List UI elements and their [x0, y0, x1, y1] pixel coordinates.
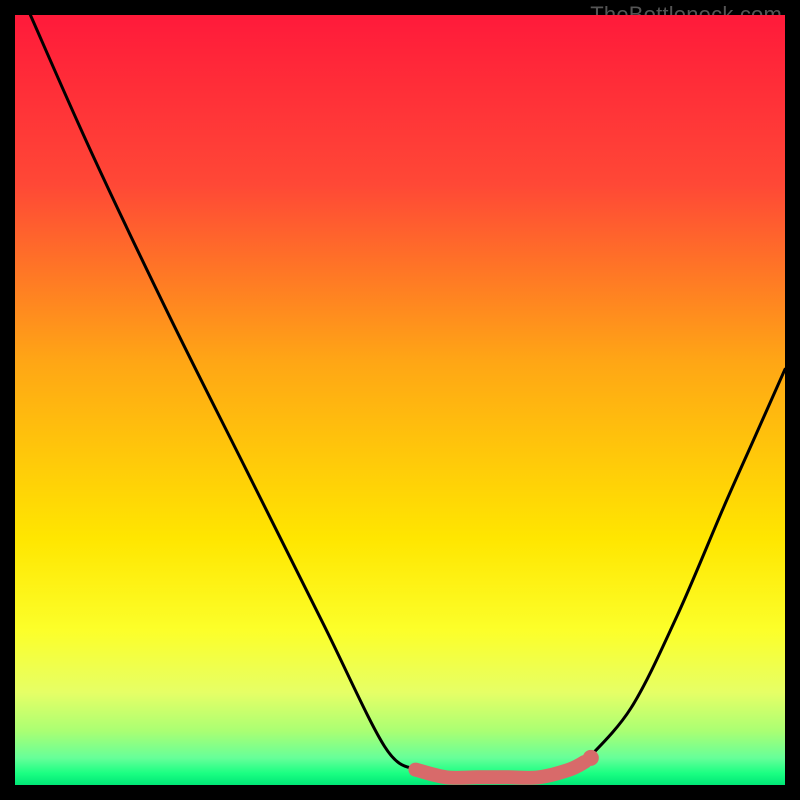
chart-frame — [15, 15, 785, 785]
heat-gradient — [15, 15, 785, 785]
